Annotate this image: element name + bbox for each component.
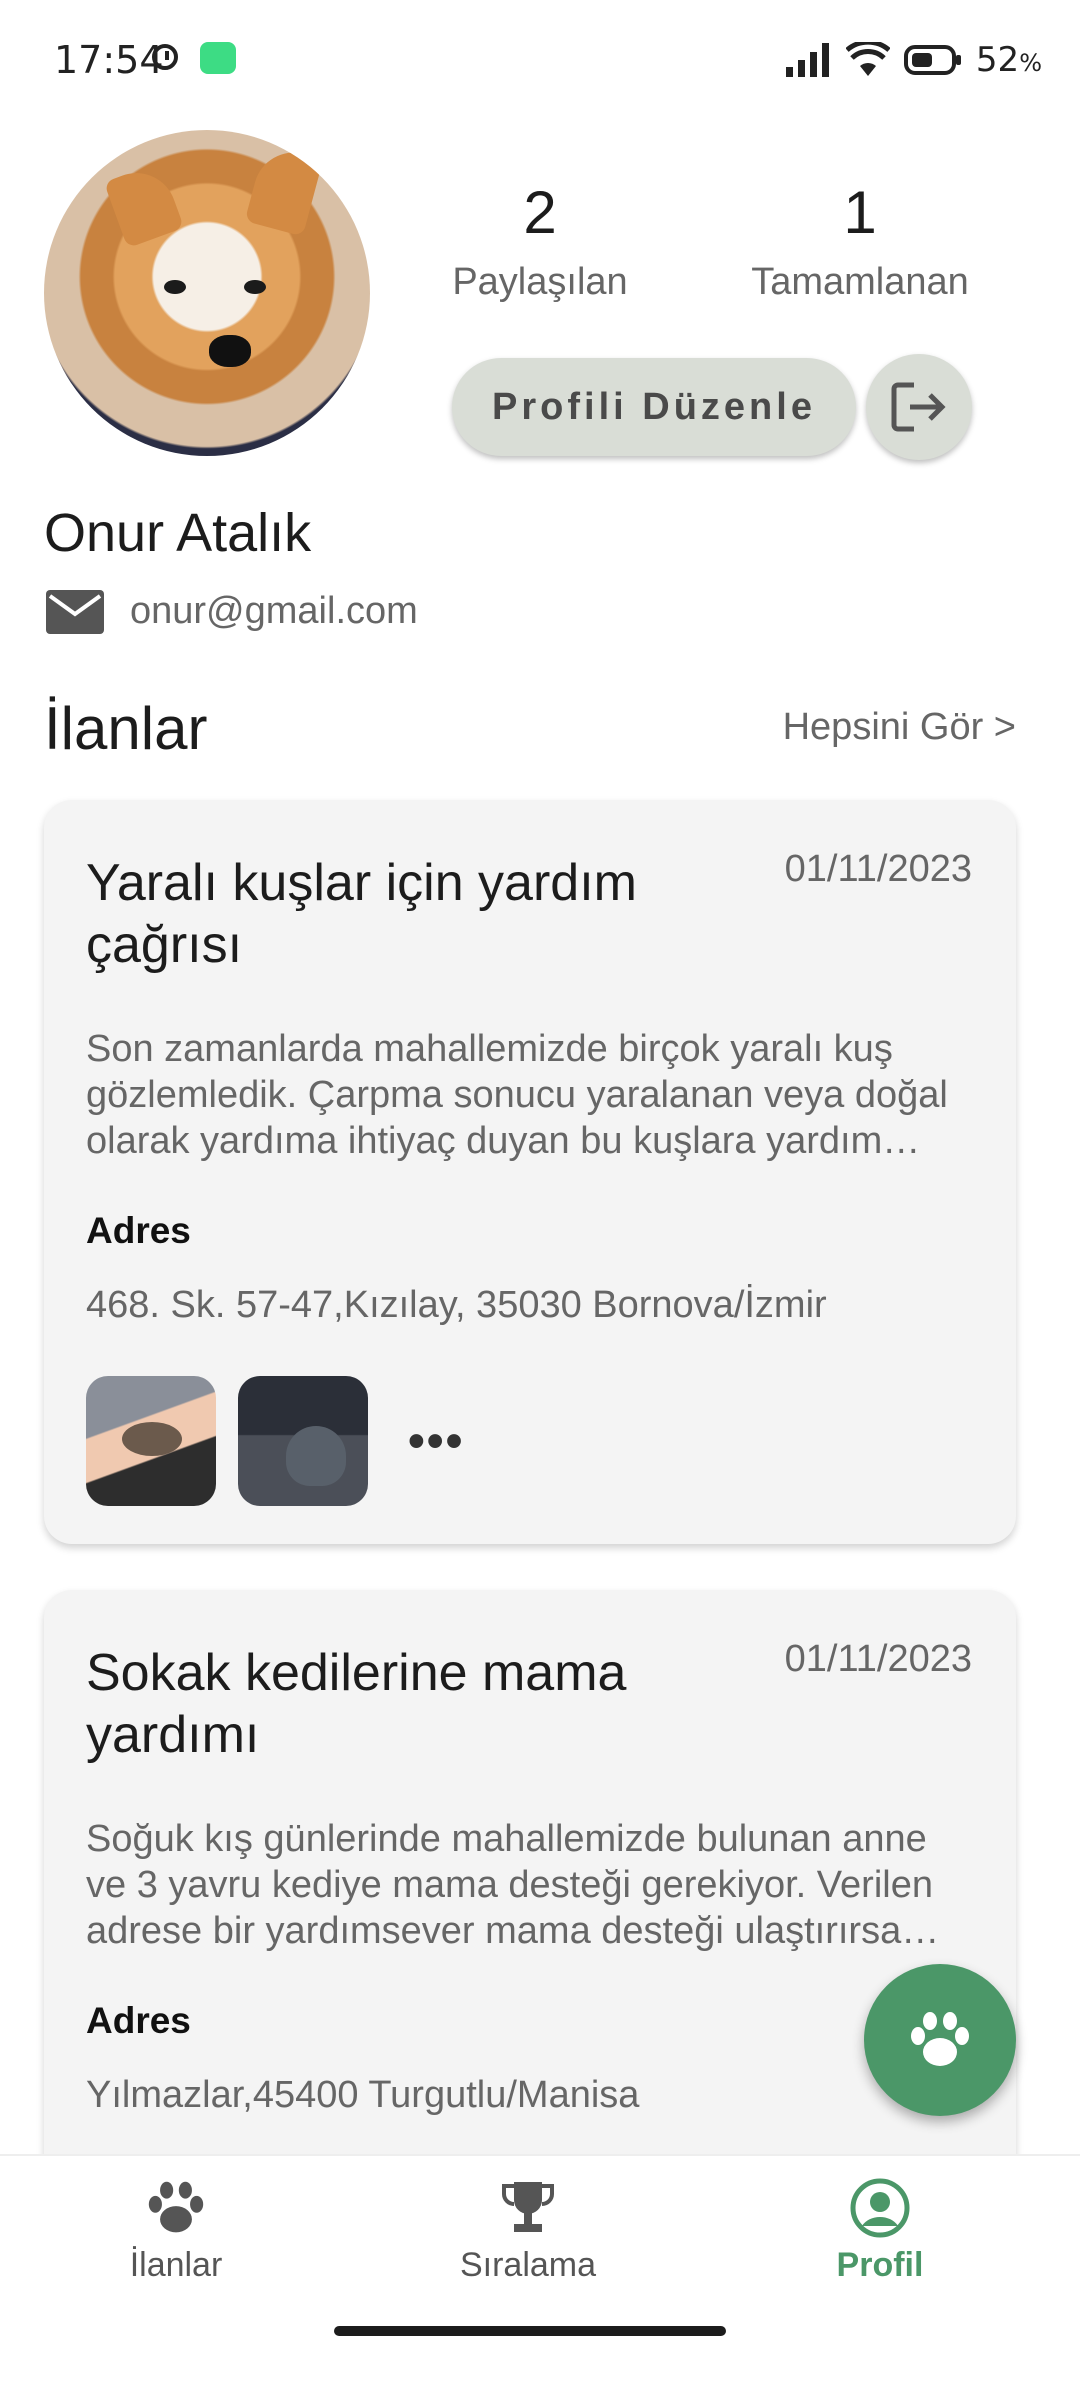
post-image-thumbnail[interactable] — [238, 1376, 368, 1506]
post-date: 01/11/2023 — [784, 1638, 972, 1680]
status-time: 17:54 — [54, 38, 164, 82]
logout-button[interactable] — [866, 354, 972, 460]
stat-shared-label: Paylaşılan — [452, 261, 628, 303]
logout-icon — [891, 382, 946, 432]
paw-icon — [911, 2012, 969, 2066]
trophy-icon — [502, 2182, 554, 2232]
post-images: ••• — [86, 1376, 464, 1506]
section-title: İlanlar — [44, 695, 208, 762]
battery-icon — [903, 45, 961, 75]
post-description: Son zamanlarda mahallemizde birçok yaral… — [86, 1028, 948, 1162]
see-all-link[interactable]: Hepsini Gör > — [783, 706, 1016, 749]
nav-label: Profil — [836, 2246, 924, 2284]
nav-item-profil[interactable]: Profil — [750, 2178, 1010, 2285]
post-card[interactable]: Yaralı kuşlar için yardım çağrısı 01/11/… — [44, 800, 1016, 1544]
nav-label: İlanlar — [129, 2246, 223, 2284]
post-address: 468. Sk. 57-47,Kızılay, 35030 Bornova/İz… — [86, 1284, 827, 1326]
post-date: 01/11/2023 — [784, 848, 972, 890]
paw-icon — [148, 2181, 204, 2233]
user-email: onur@gmail.com — [130, 590, 418, 632]
home-indicator — [334, 2326, 726, 2336]
post-description: Soğuk kış günlerinde mahallemizde buluna… — [86, 1818, 933, 1952]
post-title: Yaralı kuşlar için yardım çağrısı — [86, 854, 637, 974]
bottom-navigation: İlanlar Sıralama Profil — [0, 2154, 1080, 2402]
stat-completed-value: 1 — [843, 179, 877, 246]
nav-item-ilanlar[interactable]: İlanlar — [46, 2178, 306, 2285]
battery-percent: 52 — [975, 40, 1020, 80]
mail-icon — [46, 590, 104, 634]
post-title: Sokak kedilerine mama yardımı — [86, 1644, 627, 1764]
post-address: Yılmazlar,45400 Turgutlu/Manisa — [86, 2074, 640, 2116]
wifi-icon — [845, 42, 890, 76]
stat-shared: 2 Paylaşılan — [430, 178, 650, 304]
nav-item-siralama[interactable]: Sıralama — [398, 2178, 658, 2285]
edit-profile-button[interactable]: Profili Düzenle — [452, 358, 856, 456]
status-bar: 17:54 52% — [0, 0, 1080, 120]
stat-shared-value: 2 — [523, 179, 557, 246]
post-address-label: Adres — [86, 2000, 191, 2041]
android-app-icon — [200, 42, 236, 74]
stat-completed: 1 Tamamlanan — [740, 178, 980, 304]
post-address-label: Adres — [86, 1210, 191, 1251]
add-post-fab[interactable] — [864, 1964, 1016, 2116]
more-images-indicator[interactable]: ••• — [408, 1414, 464, 1469]
nav-label: Sıralama — [459, 2246, 597, 2284]
alarm-clock-icon — [152, 44, 178, 70]
user-name: Onur Atalık — [44, 503, 312, 563]
avatar[interactable] — [44, 130, 370, 456]
signal-icon — [785, 43, 829, 77]
post-image-thumbnail[interactable] — [86, 1376, 216, 1506]
battery-unit: % — [1019, 49, 1042, 77]
account-circle-icon — [850, 2178, 910, 2238]
stat-completed-label: Tamamlanan — [751, 261, 969, 303]
